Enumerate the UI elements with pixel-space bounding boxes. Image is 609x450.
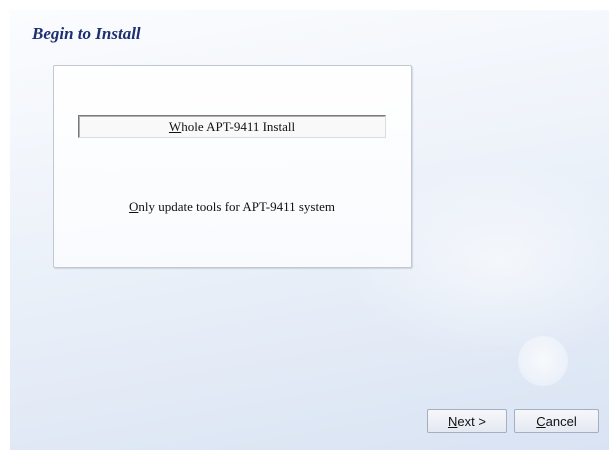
update-tools-label: nly update tools for APT-9411 system [138,199,335,214]
wizard-background: Begin to Install Whole APT-9411 Install … [10,10,609,450]
next-mnemonic: N [448,414,458,429]
update-tools-mnemonic: O [129,199,139,214]
cancel-mnemonic: C [536,414,546,429]
next-label: ext > [457,414,486,429]
cancel-label: ancel [545,414,577,429]
update-tools-button[interactable]: Only update tools for APT-9411 system [78,197,386,217]
cancel-button[interactable]: Cancel [514,409,599,433]
page-title: Begin to Install [32,24,141,43]
decorative-bubble [518,336,568,386]
installer-window: Begin to Install Whole APT-9411 Install … [0,0,609,450]
whole-install-button[interactable]: Whole APT-9411 Install [78,115,386,138]
install-options-panel: Whole APT-9411 Install Only update tools… [53,65,412,268]
next-button[interactable]: Next > [427,409,507,433]
whole-install-label: hole APT-9411 Install [181,119,296,134]
whole-install-mnemonic: W [168,119,182,134]
